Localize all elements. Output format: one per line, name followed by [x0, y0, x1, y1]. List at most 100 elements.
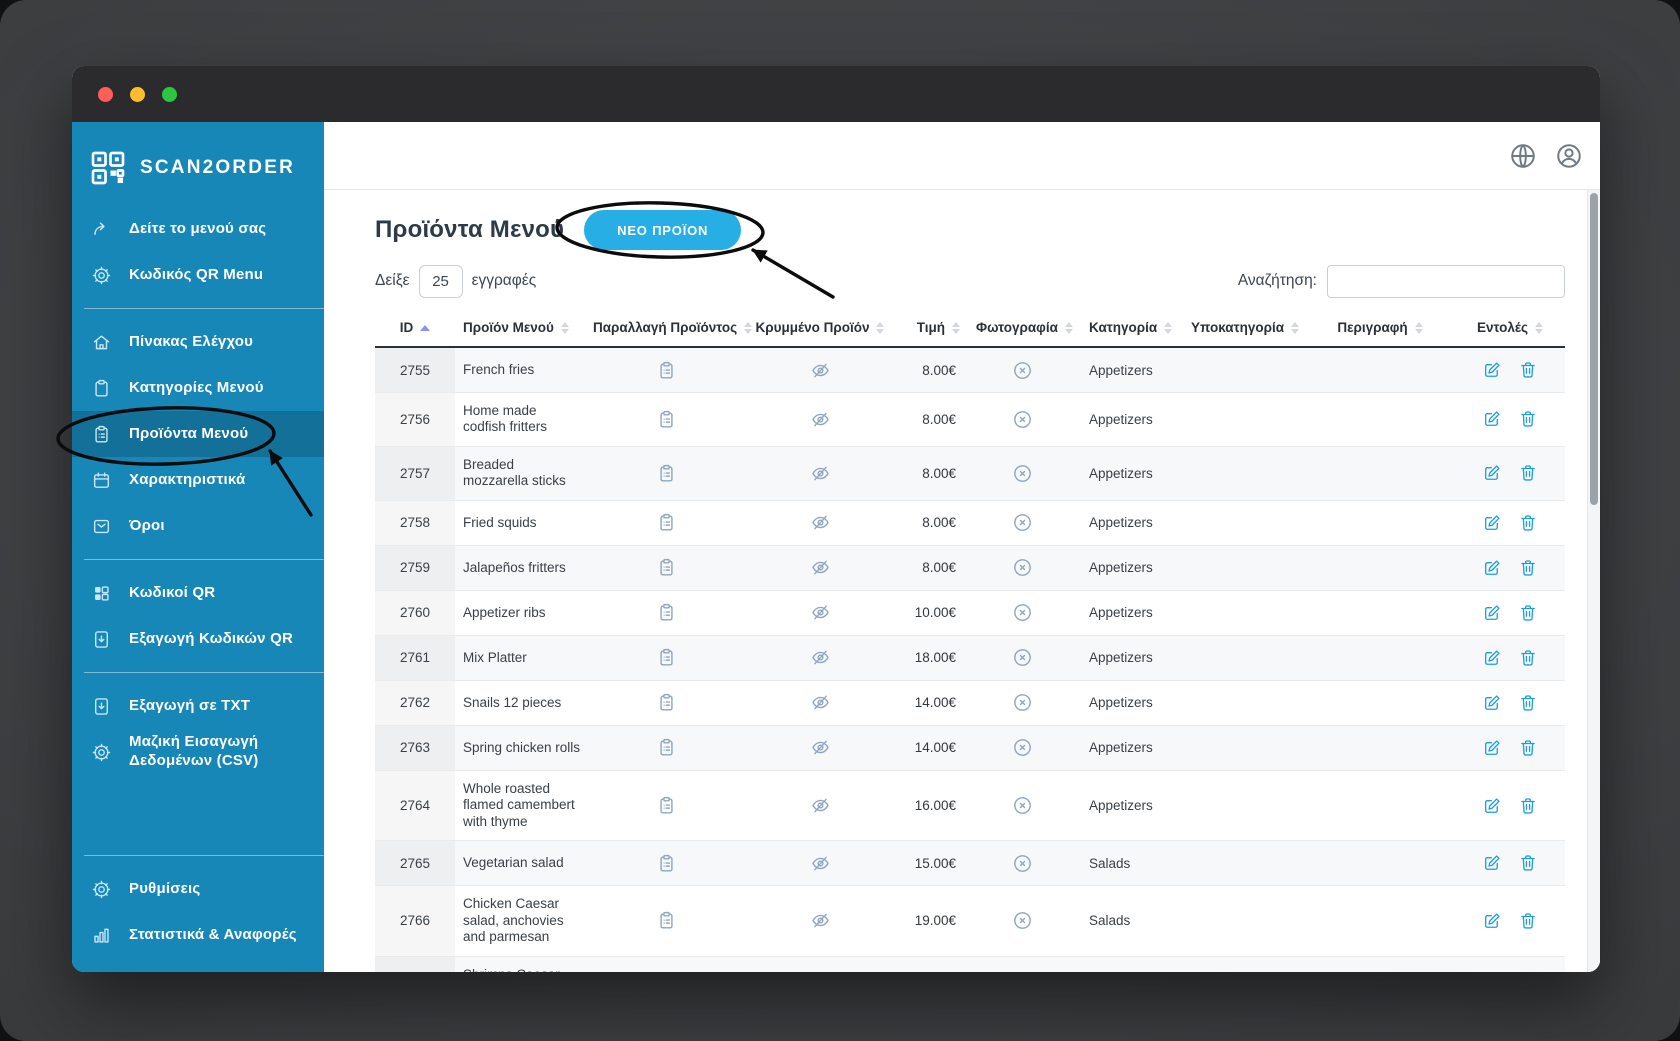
search-input[interactable]: [1327, 264, 1565, 298]
circle-x-icon[interactable]: [1012, 853, 1033, 874]
sidebar-item-stats-reports[interactable]: Στατιστικά & Αναφορές: [72, 912, 324, 958]
clipboard-list-icon[interactable]: [656, 409, 677, 430]
eye-off-icon[interactable]: [810, 602, 831, 623]
sidebar-divider: [84, 672, 324, 673]
app-logo[interactable]: SCAN2ORDER: [88, 148, 312, 188]
edit-product-button[interactable]: [1480, 407, 1504, 431]
minimize-window-button[interactable]: [130, 86, 145, 102]
sidebar-item-settings[interactable]: Ρυθμίσεις: [72, 866, 324, 912]
delete-product-button[interactable]: [1516, 851, 1540, 875]
delete-product-button[interactable]: [1516, 601, 1540, 625]
delete-product-button[interactable]: [1516, 556, 1540, 580]
column-header-2[interactable]: Παραλλαγή Προϊόντος: [587, 312, 753, 348]
edit-product-button[interactable]: [1480, 358, 1504, 382]
eye-off-icon[interactable]: [810, 360, 831, 381]
sidebar-nav: Δείτε το μενού σας Κωδικός QR Menu Πίνακας…: [72, 206, 324, 972]
clipboard-list-icon[interactable]: [656, 853, 677, 874]
delete-product-button[interactable]: [1516, 461, 1540, 485]
eye-off-icon[interactable]: [810, 853, 831, 874]
edit-product-button[interactable]: [1480, 511, 1504, 535]
edit-product-button[interactable]: [1480, 461, 1504, 485]
column-header-9[interactable]: Εντολές: [1455, 312, 1565, 348]
delete-product-button[interactable]: [1516, 794, 1540, 818]
circle-x-icon[interactable]: [1012, 602, 1033, 623]
eye-off-icon[interactable]: [810, 795, 831, 816]
sidebar-item-qr-menu-code[interactable]: Κωδικός QR Menu: [72, 252, 324, 298]
column-header-5[interactable]: Φωτογραφία: [970, 312, 1075, 348]
circle-x-icon[interactable]: [1012, 463, 1033, 484]
clipboard-list-icon[interactable]: [656, 795, 677, 816]
sidebar-item-export-txt[interactable]: Εξαγωγή σε TXT: [72, 683, 324, 729]
edit-product-button[interactable]: [1480, 736, 1504, 760]
globe-icon[interactable]: [1508, 141, 1538, 171]
vertical-scrollbar[interactable]: [1587, 190, 1600, 972]
eye-off-icon[interactable]: [810, 463, 831, 484]
edit-product-button[interactable]: [1480, 691, 1504, 715]
fullscreen-window-button[interactable]: [162, 86, 177, 102]
delete-product-button[interactable]: [1516, 736, 1540, 760]
circle-x-icon[interactable]: [1012, 737, 1033, 758]
clipboard-list-icon[interactable]: [656, 910, 677, 931]
edit-product-button[interactable]: [1480, 601, 1504, 625]
delete-product-button[interactable]: [1516, 407, 1540, 431]
edit-product-button[interactable]: [1480, 909, 1504, 933]
circle-x-icon[interactable]: [1012, 360, 1033, 381]
sidebar-item-export-qr-codes[interactable]: Εξαγωγή Κωδικών QR: [72, 616, 324, 662]
new-product-button[interactable]: ΝΕΟ ΠΡΟΪΟΝ: [584, 210, 742, 250]
circle-x-icon[interactable]: [1012, 647, 1033, 668]
variation-cell: [587, 500, 745, 546]
clipboard-list-icon[interactable]: [656, 602, 677, 623]
edit-product-button[interactable]: [1480, 556, 1504, 580]
actions-cell: [1455, 840, 1565, 887]
edit-product-button[interactable]: [1480, 851, 1504, 875]
clipboard-list-icon[interactable]: [656, 692, 677, 713]
circle-x-icon[interactable]: [1012, 692, 1033, 713]
column-header-1[interactable]: Προϊόν Μενού: [455, 312, 587, 348]
eye-off-icon[interactable]: [810, 910, 831, 931]
delete-product-button[interactable]: [1516, 691, 1540, 715]
eye-off-icon[interactable]: [810, 557, 831, 578]
column-header-3[interactable]: Κρυμμένο Προϊόν: [745, 312, 895, 348]
edit-product-button[interactable]: [1480, 646, 1504, 670]
sidebar-item-features[interactable]: Χαρακτηριστικά: [72, 457, 324, 503]
delete-product-button[interactable]: [1516, 511, 1540, 535]
eye-off-icon[interactable]: [810, 737, 831, 758]
delete-product-button[interactable]: [1516, 358, 1540, 382]
sidebar-item-bulk-import-csv[interactable]: Μαζική Εισαγωγή Δεδομένων (CSV): [72, 729, 324, 775]
clipboard-list-icon[interactable]: [656, 360, 677, 381]
column-header-8[interactable]: Περιγραφή: [1305, 312, 1455, 348]
column-header-6[interactable]: Κατηγορία: [1075, 312, 1185, 348]
eye-off-icon[interactable]: [810, 512, 831, 533]
sidebar-item-qr-codes[interactable]: Κωδικοί QR: [72, 570, 324, 616]
circle-x-icon[interactable]: [1012, 557, 1033, 578]
sidebar-item-menu-products[interactable]: Προϊόντα Μενού: [72, 411, 324, 457]
circle-x-icon[interactable]: [1012, 409, 1033, 430]
eye-off-icon[interactable]: [810, 647, 831, 668]
column-header-7[interactable]: Υποκατηγορία: [1185, 312, 1305, 348]
clipboard-list-icon[interactable]: [656, 463, 677, 484]
circle-x-icon[interactable]: [1012, 512, 1033, 533]
edit-product-button[interactable]: [1480, 794, 1504, 818]
eye-off-icon[interactable]: [810, 409, 831, 430]
sidebar-item-menu-categories[interactable]: Κατηγορίες Μενού: [72, 365, 324, 411]
sidebar-item-dashboard[interactable]: Πίνακας Ελέγχου: [72, 319, 324, 365]
delete-product-button[interactable]: [1516, 646, 1540, 670]
close-window-button[interactable]: [98, 86, 113, 102]
delete-product-button[interactable]: [1516, 909, 1540, 933]
clipboard-list-icon[interactable]: [656, 647, 677, 668]
page-title: Προϊόντα Μενού: [375, 216, 565, 243]
column-header-4[interactable]: Τιμή: [895, 312, 970, 348]
circle-x-icon[interactable]: [1012, 910, 1033, 931]
eye-off-icon[interactable]: [810, 692, 831, 713]
sidebar-item-terms[interactable]: Όροι: [72, 503, 324, 549]
sidebar-item-view-your-menu[interactable]: Δείτε το μενού σας: [72, 206, 324, 252]
column-header-0[interactable]: ID: [375, 312, 455, 348]
scrollbar-thumb[interactable]: [1590, 193, 1598, 505]
entries-count-input[interactable]: [418, 264, 463, 298]
circle-x-icon[interactable]: [1012, 795, 1033, 816]
clipboard-list-icon[interactable]: [656, 512, 677, 533]
clipboard-list-icon[interactable]: [656, 557, 677, 578]
user-circle-icon[interactable]: [1554, 141, 1584, 171]
clipboard-list-icon[interactable]: [656, 737, 677, 758]
table-controls: Δείξε εγγραφές Αναζήτηση:: [375, 264, 1565, 298]
